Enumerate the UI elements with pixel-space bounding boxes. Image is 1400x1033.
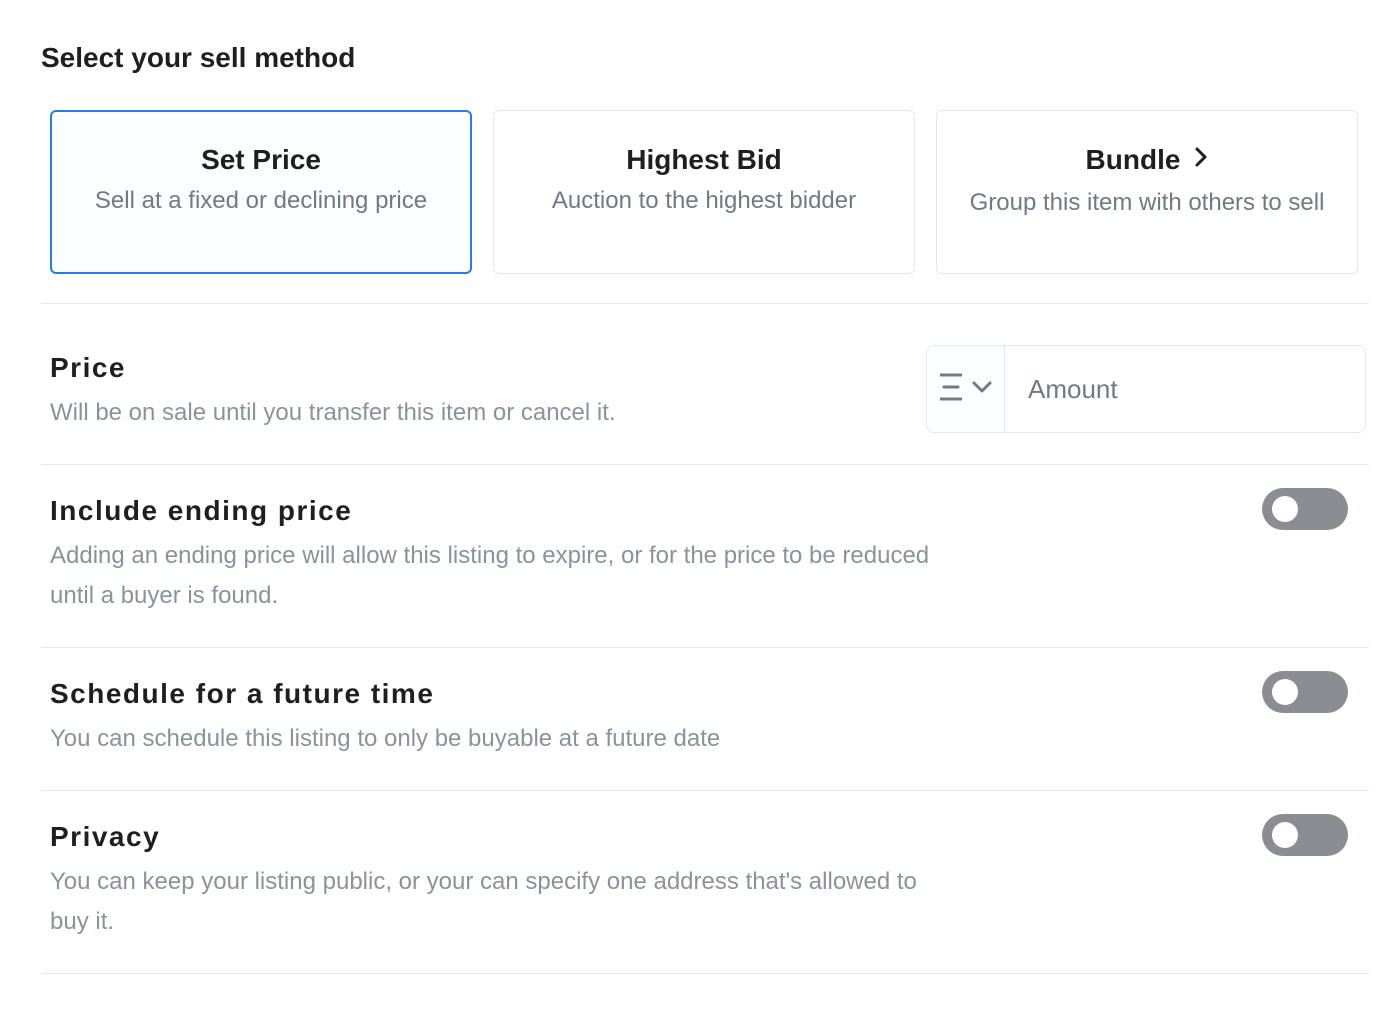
sell-method-options: Set Price Sell at a fixed or declining p… (50, 110, 1360, 276)
chevron-down-icon (972, 380, 992, 399)
divider (41, 303, 1369, 304)
privacy-description: You can keep your listing public, or you… (50, 868, 917, 935)
chevron-right-icon (1194, 142, 1208, 176)
divider (41, 790, 1369, 791)
page-title: Select your sell method (41, 42, 356, 73)
ethereum-icon (939, 372, 962, 407)
price-description: Will be on sale until you transfer this … (50, 399, 616, 426)
currency-select[interactable] (927, 346, 1005, 432)
schedule-title: Schedule for a future time (50, 678, 435, 709)
sell-method-title-row: Bundle (937, 143, 1357, 179)
ending-price-title: Include ending price (50, 495, 353, 526)
privacy-title: Privacy (50, 821, 161, 852)
sell-method-title: Set Price (201, 144, 321, 175)
amount-input[interactable] (1005, 346, 1365, 432)
price-title: Price (50, 352, 126, 383)
schedule-description: You can schedule this listing to only be… (50, 725, 721, 752)
toggle-knob (1272, 679, 1298, 705)
sell-method-title: Highest Bid (626, 144, 782, 175)
sell-method-bundle[interactable]: Bundle Group this item with others to se… (936, 110, 1358, 274)
schedule-toggle[interactable] (1262, 671, 1348, 713)
ending-price-description: Adding an ending price will allow this l… (50, 542, 930, 609)
sell-method-highest-bid[interactable]: Highest Bid Auction to the highest bidde… (493, 110, 915, 274)
toggle-knob (1272, 496, 1298, 522)
price-field (926, 345, 1366, 433)
sell-method-set-price[interactable]: Set Price Sell at a fixed or declining p… (50, 110, 472, 274)
divider (41, 464, 1369, 465)
divider (41, 973, 1369, 974)
sell-method-title: Bundle (1085, 144, 1181, 175)
toggle-knob (1272, 822, 1298, 848)
sell-method-subtitle: Auction to the highest bidder (551, 187, 857, 214)
sell-method-subtitle: Group this item with others to sell (969, 188, 1325, 216)
ending-price-toggle[interactable] (1262, 488, 1348, 530)
sell-method-subtitle: Sell at a fixed or declining price (94, 187, 428, 214)
divider (41, 647, 1369, 648)
privacy-toggle[interactable] (1262, 814, 1348, 856)
